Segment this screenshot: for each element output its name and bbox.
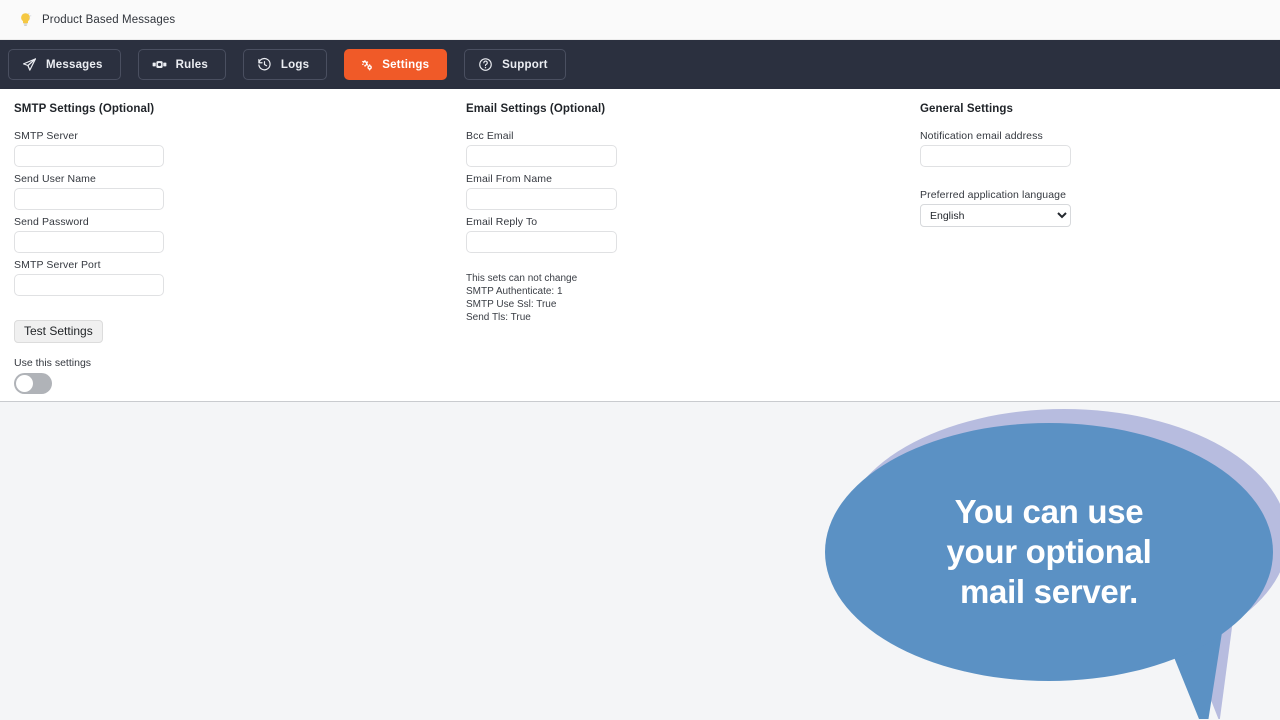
bcc-email-input[interactable] <box>466 145 617 167</box>
nav-item-rules[interactable]: Rules <box>137 49 226 80</box>
lightbulb-icon <box>18 12 33 27</box>
smtp-server-port-input[interactable] <box>14 274 164 296</box>
note-line: This sets can not change <box>466 273 578 284</box>
question-circle-icon <box>478 57 493 72</box>
notification-email-label: Notification email address <box>920 130 1043 142</box>
smtp-section-title: SMTP Settings (Optional) <box>14 103 155 115</box>
nav-item-label: Support <box>502 58 548 71</box>
sliders-icon <box>152 57 167 72</box>
send-password-label: Send Password <box>14 216 89 228</box>
bubble-text: You can use your optional mail server. <box>825 423 1273 681</box>
nav-item-settings[interactable]: Settings <box>344 49 448 80</box>
bubble-text-line: your optional <box>946 533 1152 570</box>
preferred-language-select[interactable]: English <box>920 204 1071 227</box>
settings-panel: SMTP Settings (Optional) SMTP Server Sen… <box>0 89 1280 435</box>
note-line: SMTP Use Ssl: True <box>466 299 557 310</box>
toggle-knob <box>16 375 33 392</box>
email-settings-section: Email Settings (Optional) Bcc Email Emai… <box>466 103 920 435</box>
note-line: Send Tls: True <box>466 312 531 323</box>
email-from-name-input[interactable] <box>466 188 617 210</box>
general-section-title: General Settings <box>920 103 1013 115</box>
general-settings-section: General Settings Notification email addr… <box>920 103 1280 435</box>
app-title: Product Based Messages <box>42 13 176 26</box>
use-this-settings-toggle[interactable] <box>14 373 52 394</box>
email-from-name-label: Email From Name <box>466 173 553 185</box>
nav-item-support[interactable]: Support <box>464 49 566 80</box>
nav-item-label: Messages <box>46 58 103 71</box>
send-user-name-input[interactable] <box>14 188 164 210</box>
fixed-settings-note: This sets can not change SMTP Authentica… <box>466 272 920 324</box>
nav-item-label: Settings <box>382 58 430 71</box>
preferred-language-label: Preferred application language <box>920 189 1067 201</box>
smtp-server-label: SMTP Server <box>14 130 78 142</box>
test-settings-button[interactable]: Test Settings <box>14 320 103 343</box>
title-bar: Product Based Messages <box>0 0 1280 40</box>
paper-plane-icon <box>22 57 37 72</box>
send-user-name-label: Send User Name <box>14 173 96 185</box>
smtp-settings-section: SMTP Settings (Optional) SMTP Server Sen… <box>0 103 466 435</box>
email-reply-to-input[interactable] <box>466 231 617 253</box>
email-reply-to-label: Email Reply To <box>466 216 538 228</box>
nav-item-label: Logs <box>280 58 310 71</box>
note-line: SMTP Authenticate: 1 <box>466 286 563 297</box>
email-section-title: Email Settings (Optional) <box>466 103 606 115</box>
main-navigation: Messages Rules Logs Settings Support <box>0 40 1280 89</box>
nav-item-label: Rules <box>175 58 208 71</box>
use-this-settings-label: Use this settings <box>14 357 92 369</box>
history-icon <box>257 57 272 72</box>
cogs-icon <box>358 57 373 72</box>
smtp-server-input[interactable] <box>14 145 164 167</box>
notification-email-input[interactable] <box>920 145 1071 167</box>
send-password-input[interactable] <box>14 231 164 253</box>
nav-item-messages[interactable]: Messages <box>8 49 121 80</box>
nav-item-logs[interactable]: Logs <box>242 49 328 80</box>
bcc-email-label: Bcc Email <box>466 130 514 142</box>
callout-stage: You can use your optional mail server. <box>0 402 1280 719</box>
speech-bubble: You can use your optional mail server. <box>818 409 1280 719</box>
smtp-server-port-label: SMTP Server Port <box>14 259 101 271</box>
bubble-text-line: mail server. <box>959 573 1139 610</box>
bubble-text-line: You can use <box>954 493 1144 530</box>
